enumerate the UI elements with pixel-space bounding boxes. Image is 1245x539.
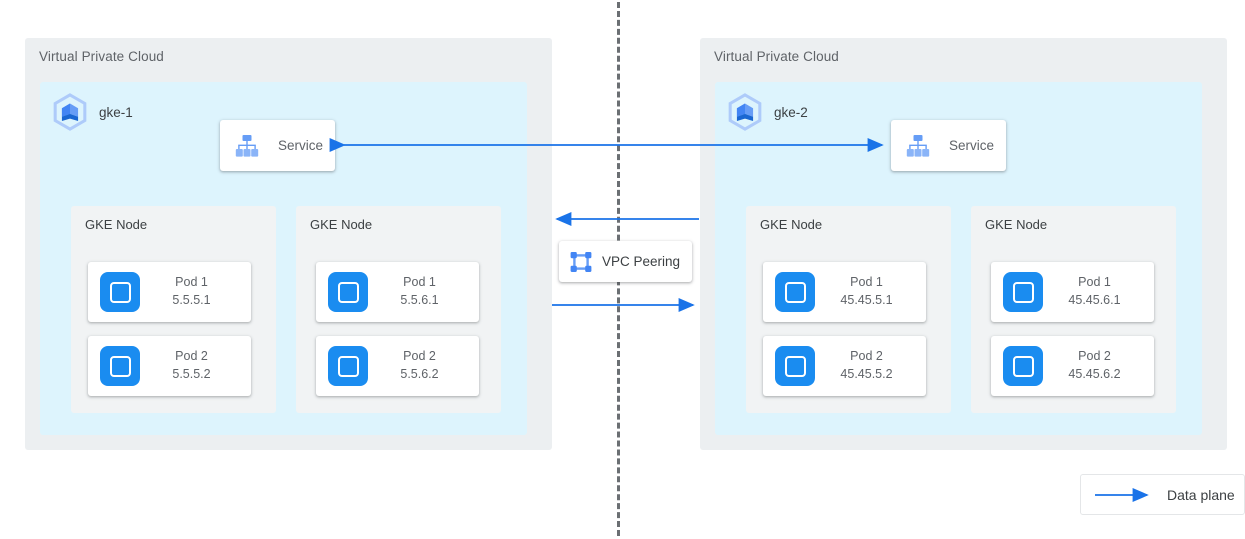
diagram-canvas: Virtual Private Cloud gke-1 Service GKE … — [0, 0, 1245, 539]
vpc-peering-icon — [568, 249, 594, 275]
vpc-peering-chip[interactable]: VPC Peering — [559, 241, 692, 282]
legend-label: Data plane — [1167, 486, 1235, 503]
vpc-peering-label: VPC Peering — [602, 254, 681, 269]
arrow-right-icon — [1093, 486, 1157, 504]
legend: Data plane — [1080, 474, 1245, 515]
